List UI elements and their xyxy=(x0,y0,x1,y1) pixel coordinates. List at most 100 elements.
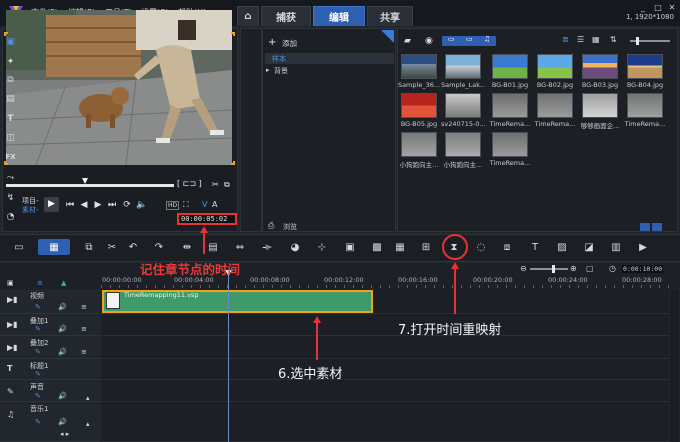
preview-scrubber[interactable] xyxy=(6,184,174,187)
volume-icon[interactable]: 🔈 xyxy=(136,199,148,211)
thumbnail-sv240715[interactable] xyxy=(445,93,481,118)
undo-icon[interactable]: ↶ xyxy=(126,241,140,255)
track-header-title1[interactable] xyxy=(0,359,100,380)
thumbnail-bg-b02[interactable] xyxy=(537,54,573,79)
track-lane-overlay2[interactable] xyxy=(101,336,669,359)
mask-icon[interactable]: ▣ xyxy=(343,241,357,255)
motion-path-icon[interactable]: ⤳ xyxy=(4,173,17,185)
multi-trim-icon[interactable]: ⟛ xyxy=(260,241,274,255)
tab-share[interactable]: 共享 xyxy=(367,6,413,26)
zoom-slider[interactable] xyxy=(530,268,568,270)
storyboard-view-icon[interactable]: ▭ xyxy=(12,241,26,255)
crop-corner[interactable] xyxy=(4,32,8,36)
go-start-icon[interactable]: ⏮ xyxy=(64,199,76,211)
thumbnail-timeremap-3[interactable] xyxy=(627,93,663,118)
copy-frame-icon[interactable]: ⧉ xyxy=(224,180,230,190)
instant-project-icon[interactable]: ✦ xyxy=(4,57,17,69)
add-folder-icon[interactable]: + xyxy=(268,37,276,48)
fit-project-icon[interactable]: ▢ xyxy=(586,264,594,273)
thumbnail-timeremap-4[interactable] xyxy=(492,132,528,157)
track-volume-icon[interactable]: 🔊 xyxy=(58,418,67,426)
grid-view-icon[interactable]: ▦ xyxy=(592,35,600,44)
timeline-view-icon[interactable]: ▦ xyxy=(47,241,61,255)
thumbnail-bg-b04[interactable] xyxy=(627,54,663,79)
browse-icon[interactable]: ⎙ xyxy=(268,221,274,231)
chapter-marker-icon[interactable]: ▲ xyxy=(61,279,66,287)
thumbnail-sample-360[interactable] xyxy=(401,54,437,79)
thumbnail-dog-run-1[interactable] xyxy=(401,132,437,157)
fx-icon[interactable]: FX xyxy=(4,153,17,165)
track-volume-icon[interactable]: 🔊 xyxy=(58,303,67,311)
edit-video-icon[interactable]: ◪ xyxy=(582,241,596,255)
thumb-size-knob[interactable] xyxy=(636,37,639,45)
chart-icon[interactable]: ▥ xyxy=(609,241,623,255)
options-icon[interactable] xyxy=(640,223,650,231)
move-icon[interactable]: ⇔ xyxy=(233,241,247,255)
collapse-icon[interactable]: ▴ xyxy=(86,420,90,428)
color-icon[interactable]: ◕ xyxy=(288,241,302,255)
3d-title-icon[interactable]: T xyxy=(528,241,542,255)
thumbnail-dog-still[interactable] xyxy=(582,93,618,118)
morph-icon[interactable]: ◌ xyxy=(474,241,488,255)
prev-frame-icon[interactable]: ◀ xyxy=(78,199,90,211)
record-vo-icon[interactable]: ▶ xyxy=(636,241,650,255)
timeline-vertical-scrollbar[interactable] xyxy=(670,290,679,442)
video-preview[interactable] xyxy=(6,10,232,165)
audio-filter-icon[interactable]: ♫ xyxy=(484,35,490,43)
magic-icon[interactable]: ✂ xyxy=(105,241,119,255)
timecode-display[interactable]: 00:00:05:02 xyxy=(177,213,237,225)
capture-icon[interactable]: ▦ xyxy=(393,241,407,255)
list-view-icon[interactable]: ≣ xyxy=(562,35,569,44)
fit-screen-icon[interactable]: ⛶ xyxy=(183,200,189,210)
track-header-voice[interactable] xyxy=(0,380,100,402)
zoom-knob[interactable] xyxy=(552,265,555,273)
track-edit-icon[interactable]: ✎ xyxy=(35,348,41,356)
track-menu-icon[interactable]: ≡ xyxy=(81,348,87,356)
thumbnail-bg-b01[interactable] xyxy=(492,54,528,79)
speed-icon[interactable]: ◔ xyxy=(4,212,17,224)
options-icon[interactable] xyxy=(652,223,662,231)
thumbnail-dog-run-2[interactable] xyxy=(445,132,481,157)
mirror-icon[interactable]: ⧈ xyxy=(500,241,514,255)
thumbnail-timeremap-1[interactable] xyxy=(492,93,528,118)
fit-icon[interactable]: ⇹ xyxy=(180,241,194,255)
record-icon[interactable]: ◉ xyxy=(425,36,433,46)
auto-music-icon[interactable]: ▨ xyxy=(555,241,569,255)
track-lane-title1[interactable] xyxy=(101,359,669,380)
track-volume-icon[interactable]: 🔊 xyxy=(58,348,67,356)
transition-icon[interactable]: ⧉ xyxy=(4,75,17,87)
browse-label[interactable]: 浏览 xyxy=(283,222,297,232)
track-lane-overlay1[interactable] xyxy=(101,314,669,336)
graphics-icon[interactable]: ▤ xyxy=(4,94,17,106)
title-icon[interactable]: T xyxy=(4,114,17,126)
home-tab-icon[interactable]: ⌂ xyxy=(237,6,259,26)
zoom-in-icon[interactable]: ⊕ xyxy=(570,264,577,273)
track-menu-icon[interactable]: ≡ xyxy=(81,325,87,333)
minimize-icon[interactable]: _ xyxy=(636,3,650,12)
folder-sample-label[interactable]: 样本 xyxy=(272,54,286,64)
hd-quality-button[interactable]: HD xyxy=(166,201,180,210)
track-edit-icon[interactable]: ✎ xyxy=(35,325,41,333)
painting-icon[interactable]: ▩ xyxy=(370,241,384,255)
add-track-icon[interactable]: ≡ xyxy=(37,279,43,287)
track-edit-icon[interactable]: ✎ xyxy=(35,370,41,378)
collapse-icon[interactable]: ▴ xyxy=(86,394,90,402)
track-lane-voice[interactable] xyxy=(101,380,669,402)
redo-icon[interactable]: ↷ xyxy=(152,241,166,255)
next-frame-icon[interactable]: ▶ xyxy=(92,199,104,211)
clock-icon[interactable]: ◷ xyxy=(609,264,616,273)
track-edit-icon[interactable]: ✎ xyxy=(35,418,41,426)
close-icon[interactable]: ✕ xyxy=(665,3,679,12)
thumbnail-sample-lake[interactable] xyxy=(445,54,481,79)
clip-mode-label[interactable]: 素材- xyxy=(22,205,39,215)
thumbnail-bg-b03[interactable] xyxy=(582,54,618,79)
audio-a-icon[interactable]: A xyxy=(212,200,217,209)
track-lane-music1[interactable] xyxy=(101,402,669,442)
video-filter-icon[interactable]: ▭ xyxy=(448,35,455,43)
path-icon[interactable]: ↯ xyxy=(4,193,17,205)
go-end-icon[interactable]: ⏭ xyxy=(106,199,118,211)
track-edit-icon[interactable]: ✎ xyxy=(35,392,41,400)
tab-edit[interactable]: 编辑 xyxy=(313,6,365,26)
track-volume-icon[interactable]: 🔊 xyxy=(58,325,67,333)
track-menu-icon[interactable]: ≡ xyxy=(81,303,87,311)
